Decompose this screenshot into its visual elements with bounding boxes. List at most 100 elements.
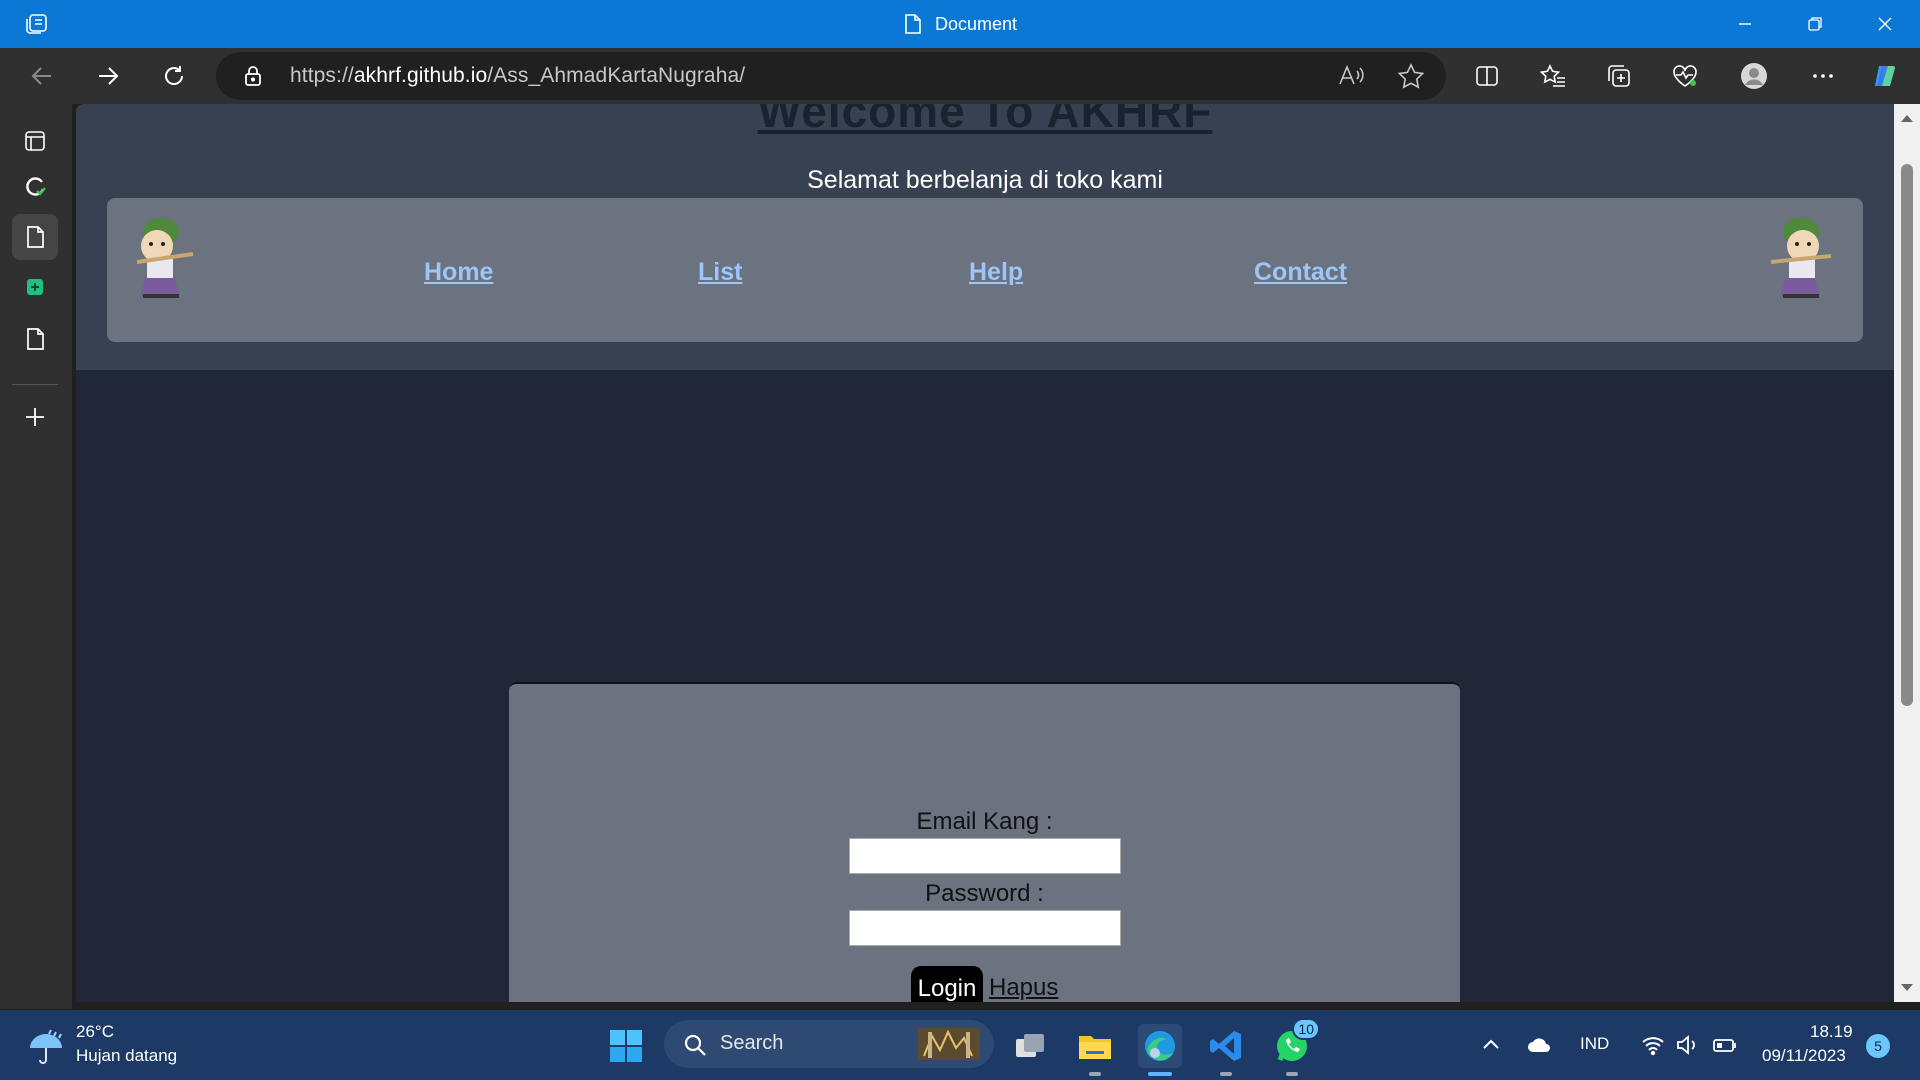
window-controls (1710, 0, 1920, 48)
minimize-icon (1739, 23, 1751, 25)
windows-logo-icon (610, 1030, 642, 1062)
whatsapp-unread-badge: 10 (1292, 1018, 1320, 1040)
onedrive-cloud-icon[interactable] (1526, 1032, 1552, 1058)
email-label: Email Kang : (916, 808, 1053, 835)
restore-icon (1808, 17, 1822, 31)
url-scheme: https:// (290, 64, 354, 87)
split-screen-icon (1476, 66, 1498, 86)
file-explorer-button[interactable] (1073, 1024, 1117, 1076)
tab-document[interactable] (12, 214, 58, 260)
copilot-icon (1875, 66, 1895, 86)
forward-arrow-icon (99, 67, 119, 85)
rain-umbrella-icon[interactable] (26, 1026, 66, 1066)
forward-button[interactable] (90, 58, 126, 94)
volume-icon[interactable] (1674, 1032, 1700, 1058)
tab-chat[interactable] (12, 264, 58, 310)
folder-icon (1079, 1036, 1111, 1059)
edge-taskbar-button[interactable] (1138, 1024, 1182, 1076)
page-subtitle: Selamat berbelanja di toko kami (807, 166, 1163, 194)
collections-button[interactable] (1602, 60, 1636, 92)
whatsapp-button[interactable]: 10 (1270, 1018, 1320, 1076)
running-indicator (1220, 1072, 1232, 1076)
vscode-icon (1210, 1031, 1241, 1061)
vscode-button[interactable] (1204, 1024, 1248, 1076)
vertical-tabs-sidebar (0, 104, 72, 1009)
document-icon (27, 328, 44, 350)
window-title: Document (0, 0, 1920, 48)
more-dots-icon (1813, 74, 1833, 78)
browser-essentials-button[interactable] (1668, 60, 1702, 92)
main-navigation: Home List Help Contact (107, 198, 1863, 342)
read-aloud-icon[interactable] (1336, 62, 1366, 90)
heart-pulse-icon (1673, 65, 1697, 87)
back-button[interactable] (24, 58, 60, 94)
favorite-star-icon[interactable] (1396, 62, 1426, 90)
chevron-up-icon[interactable] (1478, 1032, 1504, 1058)
chat-app-icon (27, 279, 43, 295)
close-button[interactable] (1850, 0, 1920, 48)
refresh-icon (165, 66, 184, 85)
restore-button[interactable] (1780, 0, 1850, 48)
url-host: akhrf.github.io (353, 64, 488, 87)
settings-more-button[interactable] (1806, 60, 1840, 92)
minimize-button[interactable] (1710, 0, 1780, 48)
title-bar: Document (0, 0, 1920, 48)
refresh-circle-icon (26, 177, 46, 196)
address-bar[interactable]: https://akhrf.github.io/Ass_AhmadKartaNu… (216, 52, 1446, 100)
document-icon (27, 226, 44, 248)
scroll-down-icon[interactable] (1899, 982, 1915, 994)
tab-document-2[interactable] (12, 316, 58, 362)
copilot-button[interactable] (1868, 60, 1902, 92)
weather-temperature[interactable]: 26°C (76, 1022, 114, 1042)
panel-icon (25, 131, 45, 151)
weather-description[interactable]: Hujan datang (76, 1046, 177, 1066)
mascot-image (1770, 218, 1832, 298)
password-label: Password : (925, 880, 1044, 907)
page-header: Welcome To AKHRF Selamat berbelanja di t… (76, 104, 1894, 370)
profile-button[interactable] (1737, 60, 1771, 92)
nav-link-list[interactable]: List (698, 258, 742, 287)
split-screen-button[interactable] (1470, 60, 1504, 92)
reset-button[interactable]: Hapus (989, 974, 1058, 1002)
page-viewport: Welcome To AKHRF Selamat berbelanja di t… (76, 104, 1894, 1002)
sidebar-divider (12, 384, 58, 385)
scrollbar-thumb[interactable] (1901, 164, 1913, 706)
running-indicator (1089, 1072, 1101, 1076)
login-button[interactable]: Login (911, 966, 983, 1002)
notification-count-badge[interactable]: 5 (1866, 1034, 1890, 1058)
taskbar-search[interactable]: Search (664, 1020, 994, 1068)
window-title-text: Document (934, 13, 1018, 34)
scroll-up-icon[interactable] (1899, 112, 1915, 124)
task-view-icon (1016, 1034, 1044, 1057)
search-placeholder: Search (720, 1032, 784, 1054)
clock-time[interactable]: 18.19 (1810, 1022, 1853, 1042)
password-field[interactable] (849, 910, 1121, 946)
favorites-button[interactable] (1536, 60, 1570, 92)
refresh-button[interactable] (156, 58, 192, 94)
battery-icon[interactable] (1712, 1032, 1738, 1058)
tab-copilot[interactable] (12, 164, 58, 210)
wifi-icon[interactable] (1640, 1032, 1666, 1058)
new-tab-button[interactable] (12, 394, 58, 440)
search-icon (684, 1034, 706, 1056)
active-indicator (1148, 1072, 1172, 1076)
tab-sidebar-toggle[interactable] (12, 118, 58, 164)
task-view-button[interactable] (1008, 1024, 1052, 1068)
close-icon (1878, 17, 1892, 31)
lock-icon[interactable] (242, 64, 264, 88)
clock-date[interactable]: 09/11/2023 (1762, 1046, 1846, 1066)
email-field[interactable] (849, 838, 1121, 874)
start-button[interactable] (604, 1024, 648, 1068)
document-icon (905, 14, 921, 34)
page-scrollbar[interactable] (1894, 104, 1920, 1002)
favorites-icon (1539, 64, 1565, 87)
back-arrow-icon (31, 67, 51, 85)
nav-link-home[interactable]: Home (424, 258, 493, 287)
nav-link-contact[interactable]: Contact (1254, 258, 1347, 287)
url-text[interactable]: https://akhrf.github.io/Ass_AhmadKartaNu… (290, 64, 745, 88)
nav-link-help[interactable]: Help (969, 258, 1023, 287)
search-highlight-image (918, 1028, 980, 1060)
language-indicator[interactable]: IND (1580, 1034, 1609, 1054)
browser-toolbar: https://akhrf.github.io/Ass_AhmadKartaNu… (0, 48, 1920, 104)
collections-icon (1608, 65, 1630, 87)
